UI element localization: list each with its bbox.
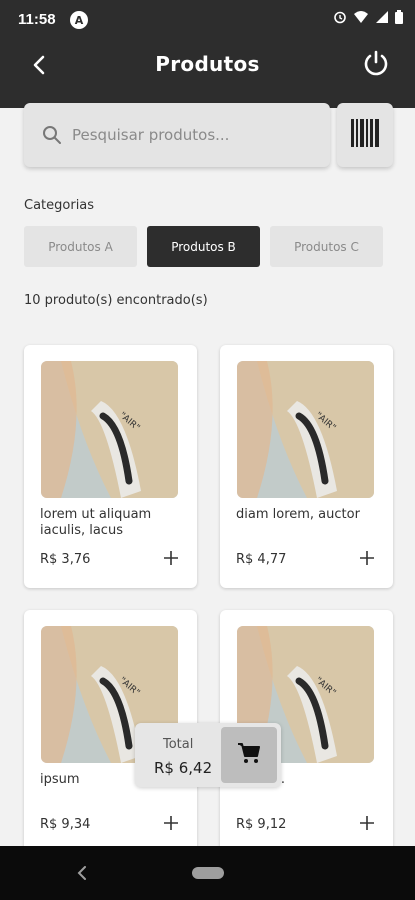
system-icons (333, 10, 403, 24)
app-bar: Produtos (0, 40, 415, 108)
cart-icon (237, 742, 261, 768)
search-input[interactable] (72, 126, 312, 144)
system-navigation-bar (0, 846, 415, 900)
signal-icon (375, 10, 389, 24)
product-image: "AIR" (237, 361, 374, 498)
page-title: Produtos (155, 52, 260, 76)
plus-icon[interactable] (355, 546, 379, 570)
product-price: R$ 9,34 (40, 817, 91, 832)
cart-total-label: Total (163, 737, 194, 752)
cart-total-panel: Total R$ 6,42 (135, 723, 281, 787)
category-button-c[interactable]: Produtos C (270, 226, 383, 267)
results-count: 10 produto(s) encontrado(s) (24, 293, 208, 308)
plus-icon[interactable] (355, 811, 379, 835)
product-card[interactable]: "AIR" lorem ut aliquam iaculis, lacus R$… (24, 345, 197, 588)
cart-total-value: R$ 6,42 (154, 759, 213, 777)
nav-home-pill[interactable] (192, 867, 224, 879)
status-bar: 11:58 A (0, 0, 415, 40)
product-card[interactable]: "AIR" diam lorem, auctor R$ 4,77 (220, 345, 393, 588)
product-price: R$ 3,76 (40, 552, 91, 567)
plus-icon[interactable] (159, 811, 183, 835)
search-box (24, 103, 330, 167)
product-image: "AIR" (41, 361, 178, 498)
categories-label: Categorias (24, 198, 95, 213)
product-name: diam lorem, auctor (236, 507, 360, 522)
plus-icon[interactable] (159, 546, 183, 570)
product-price: R$ 4,77 (236, 552, 287, 567)
wifi-icon (353, 10, 369, 24)
search-icon (42, 125, 62, 145)
status-time: 11:58 (18, 11, 56, 28)
battery-icon (395, 10, 403, 24)
barcode-scan-button[interactable] (337, 103, 393, 167)
product-name: lorem ut aliquam iaculis, lacus (40, 507, 152, 538)
alarm-icon (333, 10, 347, 24)
cart-button[interactable] (221, 727, 277, 783)
app-notification-icon: A (70, 11, 88, 29)
power-icon[interactable] (359, 46, 393, 80)
category-button-a[interactable]: Produtos A (24, 226, 137, 267)
barcode-icon (350, 118, 380, 152)
nav-back-icon[interactable] (70, 861, 94, 885)
category-button-b[interactable]: Produtos B (147, 226, 260, 267)
product-price: R$ 9,12 (236, 817, 287, 832)
